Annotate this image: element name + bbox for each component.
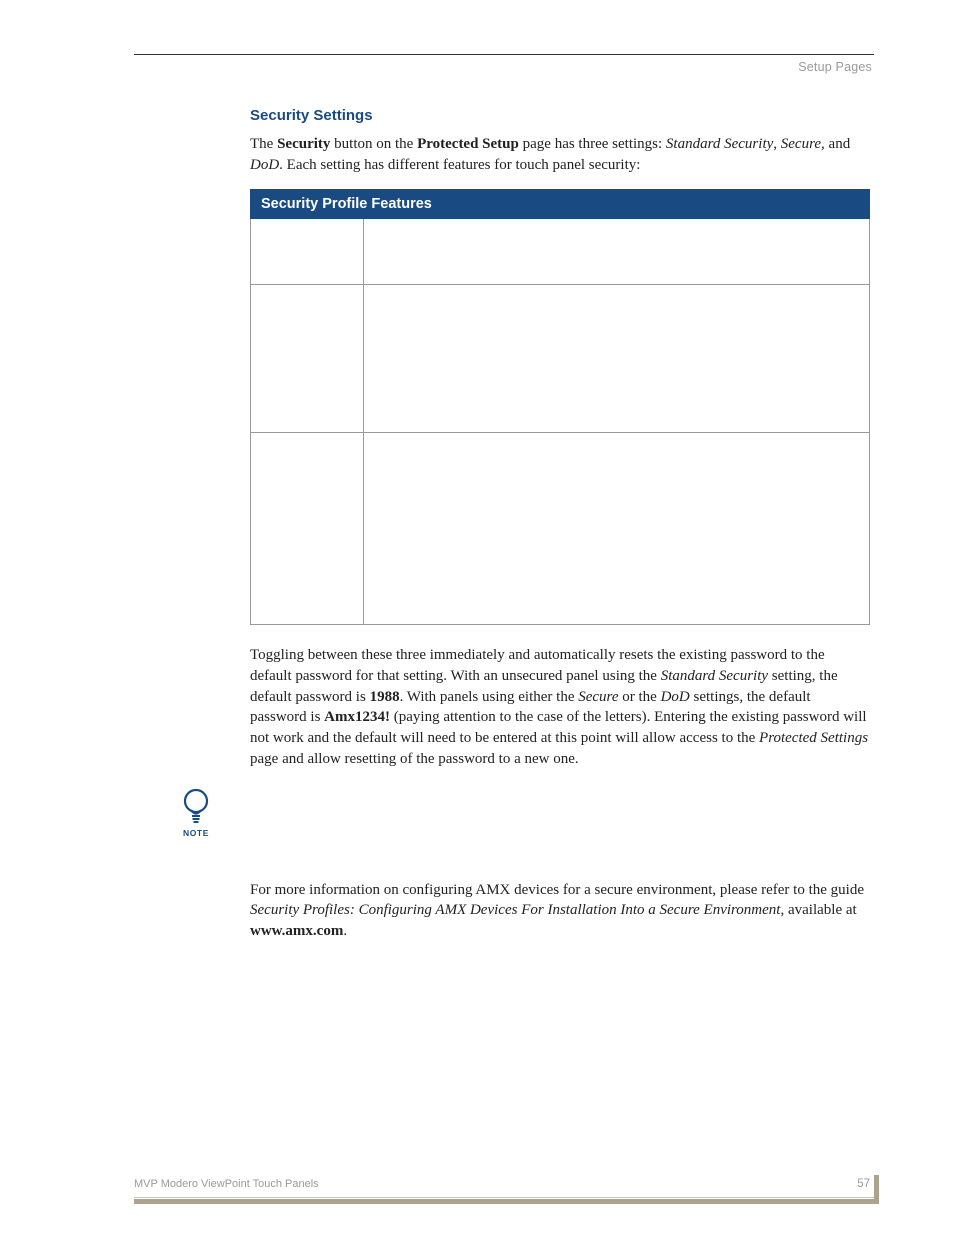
table-cell xyxy=(364,285,870,433)
footer-rule-thin xyxy=(134,1197,876,1198)
text: , and xyxy=(821,136,850,152)
bold-text: Protected Setup xyxy=(417,136,519,152)
text: button on the xyxy=(330,136,417,152)
italic-text: Secure xyxy=(578,689,618,705)
footer-title: MVP Modero ViewPoint Touch Panels xyxy=(134,1178,319,1190)
note-label: NOTE xyxy=(175,828,217,838)
table-cell xyxy=(251,219,364,285)
password-paragraph: Toggling between these three immediately… xyxy=(250,645,870,769)
table-row xyxy=(251,219,870,285)
italic-text: DoD xyxy=(661,689,690,705)
header-breadcrumb: Setup Pages xyxy=(798,60,872,74)
text: For more information on configuring AMX … xyxy=(250,882,864,898)
text: , available at xyxy=(780,902,856,918)
lightbulb-icon xyxy=(175,788,217,826)
content-column: Security Settings The Security button on… xyxy=(250,107,870,956)
table-cell xyxy=(364,219,870,285)
italic-text: Standard Security xyxy=(661,668,768,684)
text: . Each setting has different features fo… xyxy=(279,157,640,173)
text: page and allow resetting of the password… xyxy=(250,751,579,767)
text: The xyxy=(250,136,277,152)
bold-text: Security xyxy=(277,136,330,152)
italic-text: Standard Security xyxy=(666,136,773,152)
table-cell xyxy=(251,433,364,625)
table-row xyxy=(251,433,870,625)
reference-paragraph: For more information on configuring AMX … xyxy=(250,880,870,942)
italic-text: DoD xyxy=(250,157,279,173)
header-rule xyxy=(134,54,874,55)
table-row xyxy=(251,285,870,433)
page-number: 57 xyxy=(857,1178,870,1190)
document-page: Setup Pages Security Settings The Securi… xyxy=(0,0,954,1235)
italic-text: Security Profiles: Configuring AMX Devic… xyxy=(250,902,780,918)
bold-text: www.amx.com xyxy=(250,923,343,939)
italic-text: Protected Settings xyxy=(759,730,868,746)
bold-text: Amx1234! xyxy=(324,709,390,725)
security-profile-features-table: Security Profile Features xyxy=(250,189,870,625)
page-footer: MVP Modero ViewPoint Touch Panels 57 xyxy=(134,1170,876,1190)
footer-rule-thick xyxy=(134,1199,876,1204)
table-cell xyxy=(364,433,870,625)
note-callout: NOTE xyxy=(175,788,217,838)
italic-text: Secure xyxy=(781,136,821,152)
footer-accent xyxy=(874,1175,879,1204)
text: or the xyxy=(619,689,661,705)
text: page has three settings: xyxy=(519,136,666,152)
table-header: Security Profile Features xyxy=(251,190,870,219)
section-heading: Security Settings xyxy=(250,107,870,124)
intro-paragraph: The Security button on the Protected Set… xyxy=(250,134,870,175)
text: . With panels using either the xyxy=(400,689,579,705)
text: . xyxy=(343,923,347,939)
bold-text: 1988 xyxy=(370,689,400,705)
table-cell xyxy=(251,285,364,433)
text: , xyxy=(773,136,781,152)
